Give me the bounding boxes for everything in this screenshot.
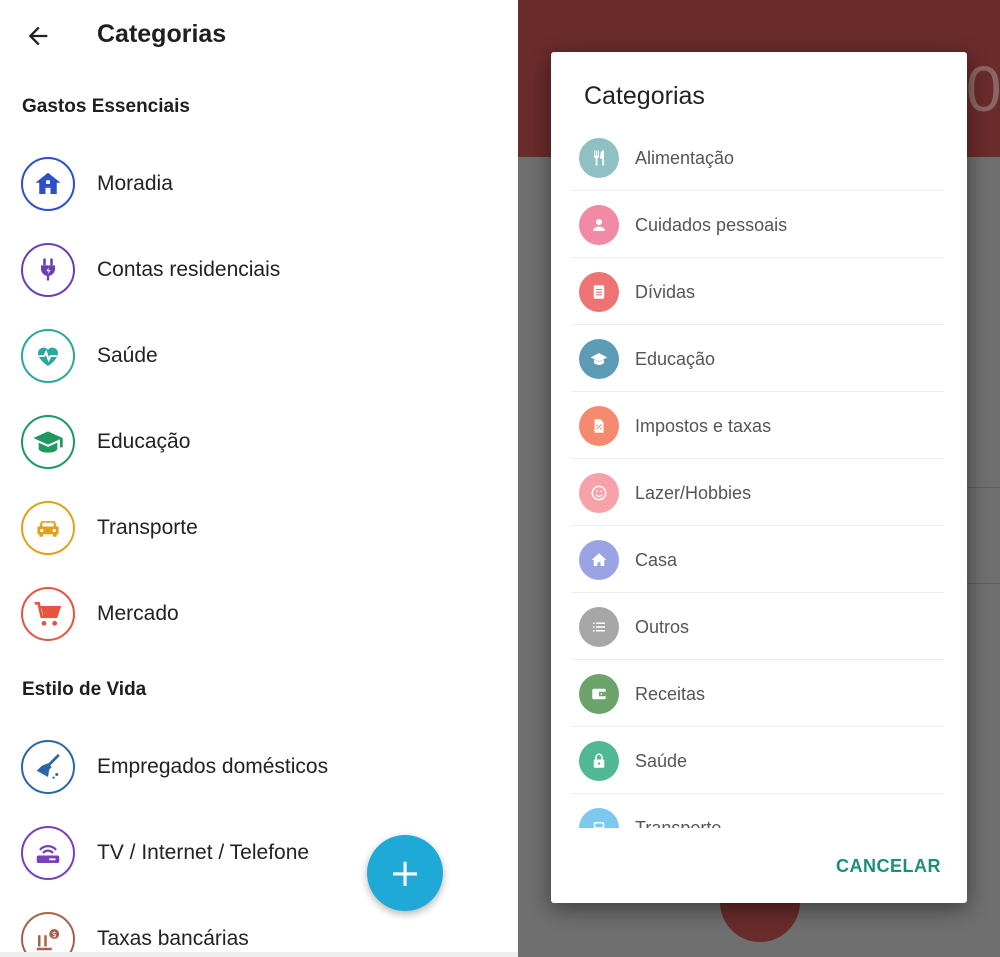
cutlery-icon [579, 138, 619, 178]
bottom-edge-shadow [0, 952, 518, 957]
bus-icon [579, 808, 619, 828]
plug-icon [21, 243, 75, 297]
add-category-button[interactable]: + [367, 835, 443, 911]
dialog-category-list[interactable]: Alimentação Cuidados pessoais Dívidas Ed… [551, 124, 967, 828]
house-icon [579, 540, 619, 580]
dialog-item-label: Transporte [635, 818, 722, 828]
dialog-item-educacao[interactable]: Educação [571, 325, 944, 392]
broom-icon [21, 740, 75, 794]
back-button[interactable] [20, 18, 56, 54]
dialog-item-receitas[interactable]: Receitas [571, 660, 944, 727]
top-app-bar: Categorias [0, 0, 518, 72]
category-label: Saúde [97, 344, 158, 367]
plus-icon: + [389, 851, 421, 895]
dialog-item-saude[interactable]: Saúde [571, 727, 944, 794]
dialog-item-label: Saúde [635, 751, 688, 771]
category-label: Moradia [97, 172, 173, 195]
category-label: Transporte [97, 516, 198, 539]
dialog-item-label: Educação [635, 349, 716, 369]
cancel-button[interactable]: CANCELAR [836, 856, 941, 877]
dialog-item-label: Impostos e taxas [635, 416, 772, 436]
background-digit: 0 [966, 53, 1000, 125]
page-title: Categorias [97, 20, 227, 48]
dialog-item-cuidados-pessoais[interactable]: Cuidados pessoais [571, 191, 944, 258]
dialog-title: Categorias [584, 82, 705, 110]
dialog-item-impostos-e-taxas[interactable]: Impostos e taxas [571, 392, 944, 459]
heartbeat-icon [21, 329, 75, 383]
receipt-icon [579, 406, 619, 446]
category-label: TV / Internet / Telefone [97, 841, 310, 864]
house-icon [21, 157, 75, 211]
category-label: Taxas bancárias [97, 927, 249, 950]
dialog-item-label: Alimentação [635, 148, 735, 168]
dialog-item-outros[interactable]: Outros [571, 593, 944, 660]
category-item-empregados-domesticos[interactable]: Empregados domésticos [0, 728, 518, 808]
dialog-screen: 0 Categorias Alimentação Cuidados pessoa… [518, 0, 1000, 957]
dialog-item-dividas[interactable]: Dívidas [571, 258, 944, 325]
bank-icon: $ [21, 912, 75, 957]
person-icon [579, 205, 619, 245]
category-item-taxas-bancarias[interactable]: $ Taxas bancárias [0, 900, 518, 957]
category-item-mercado[interactable]: Mercado [0, 575, 518, 655]
dialog-item-lazer-hobbies[interactable]: Lazer/Hobbies [571, 459, 944, 526]
lock-icon [579, 741, 619, 781]
dialog-item-label: Receitas [635, 684, 706, 704]
category-item-educacao[interactable]: Educação [0, 403, 518, 483]
graduation-cap-icon [21, 415, 75, 469]
category-item-transporte[interactable]: Transporte [0, 489, 518, 569]
dialog-item-label: Casa [635, 550, 678, 570]
category-label: Educação [97, 430, 191, 453]
dialog-item-label: Lazer/Hobbies [635, 483, 752, 503]
dialog-item-alimentacao[interactable]: Alimentação [571, 124, 944, 191]
category-item-moradia[interactable]: Moradia [0, 145, 518, 225]
smiley-icon [579, 473, 619, 513]
shopping-cart-icon [21, 587, 75, 641]
categories-screen: Categorias Gastos Essenciais Moradia Con… [0, 0, 518, 957]
list-icon [579, 607, 619, 647]
section-title-estilo-de-vida: Estilo de Vida [22, 679, 147, 700]
category-item-saude[interactable]: Saúde [0, 317, 518, 397]
dialog-item-casa[interactable]: Casa [571, 526, 944, 593]
category-item-contas-residenciais[interactable]: Contas residenciais [0, 231, 518, 311]
category-picker-dialog: Categorias Alimentação Cuidados pessoais [551, 52, 967, 903]
dialog-item-transporte[interactable]: Transporte [571, 794, 944, 828]
car-icon [21, 501, 75, 555]
dialog-item-label: Dívidas [635, 282, 696, 302]
document-icon [579, 272, 619, 312]
category-label: Mercado [97, 602, 179, 625]
category-label: Empregados domésticos [97, 755, 329, 778]
dialog-item-label: Outros [635, 617, 690, 637]
svg-text:$: $ [52, 930, 57, 939]
section-title-gastos-essenciais: Gastos Essenciais [22, 96, 190, 117]
category-label: Contas residenciais [97, 258, 281, 281]
graduation-cap-icon [579, 339, 619, 379]
arrow-left-icon [28, 26, 48, 46]
router-icon [21, 826, 75, 880]
dialog-item-label: Cuidados pessoais [635, 215, 788, 235]
wallet-icon [579, 674, 619, 714]
